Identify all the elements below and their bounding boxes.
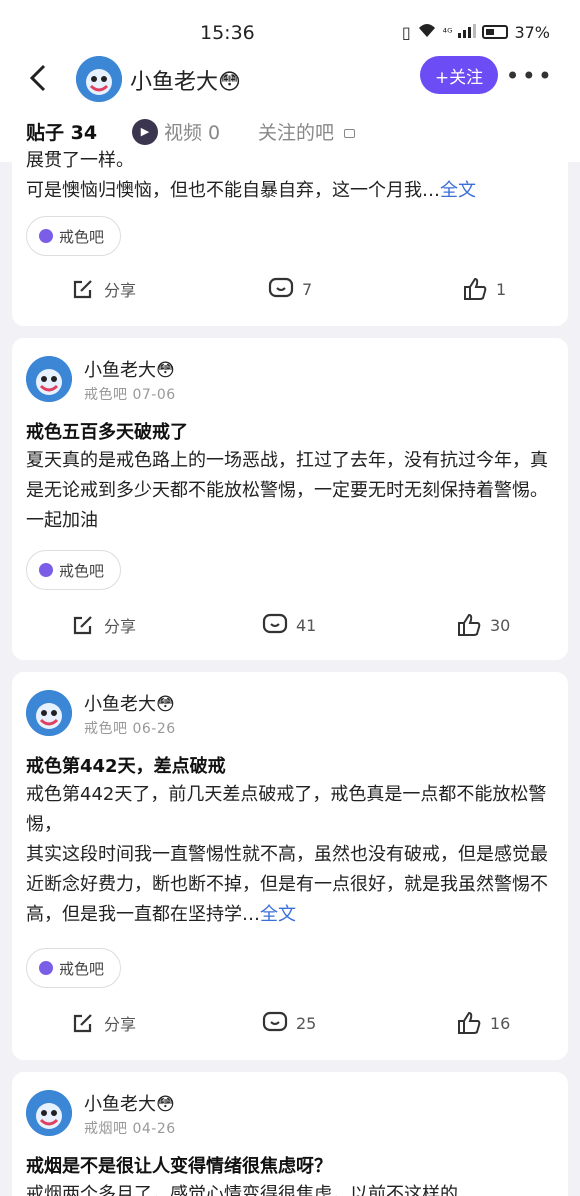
signal-icon [458,23,477,42]
comment-count: 7 [302,279,313,299]
post-body: 可是懊恼归懊恼，但也不能自暴自弃，这一个月我…全文 [26,176,554,206]
video-icon: ▶ [132,118,158,145]
post-author[interactable]: 小鱼老大😳 [84,356,175,382]
avatar[interactable] [26,356,72,402]
back-icon[interactable] [28,62,48,103]
full-text-link[interactable]: 全文 [440,180,476,201]
forum-planet-icon [39,961,53,975]
post-date: 04-26 [132,1121,176,1137]
status-icons: ▯ ⁴ᴳ 37% [402,22,550,42]
like-count: 1 [496,279,507,299]
comment-icon [262,613,288,634]
thumbs-up-icon [458,1011,481,1034]
comment-button[interactable]: 41 [262,612,316,638]
comment-icon [268,277,294,298]
post-meta: 戒色吧 07-06 [84,384,176,404]
comment-button[interactable]: 7 [268,276,312,302]
avatar[interactable] [26,690,72,736]
post-card[interactable]: 小鱼老大😳 戒烟吧 04-26 戒烟是不是很让人变得情绪很焦虑呀？ 戒烟两个多月… [12,1072,568,1196]
share-button[interactable]: 分享 [70,276,136,302]
post-title: 戒色第442天，差点破戒 [26,756,226,777]
share-icon [73,280,92,299]
post-body-text: 可是懊恼归懊恼，但也不能自暴自弃，这一个月我… [26,180,440,201]
like-button[interactable]: 16 [456,1010,510,1036]
post-body: 戒色第442天了，前几天差点破戒了，戒色真是一点都不能放松警惕， 其实这段时间我… [26,780,554,930]
post-card[interactable]: 小鱼老大😳 戒色吧 07-06 戒色五百多天破戒了 夏天真的是戒色路上的一场恶战… [12,338,568,660]
like-count: 16 [490,1013,511,1033]
post-title: 戒色五百多天破戒了 [26,422,188,443]
profile-header: 小鱼老大😳 +关注 ••• 贴子 34 ▶ 视频 0 关注的吧 [0,56,580,162]
post-forum: 戒色吧 [84,721,128,737]
comment-icon [262,1011,288,1032]
tab-videos-label: 视频 0 [164,122,221,144]
tab-posts-label: 贴子 34 [26,122,98,144]
lock-icon [344,129,356,138]
like-button[interactable]: 1 [462,276,506,302]
share-button[interactable]: 分享 [70,612,136,638]
post-forum: 戒色吧 [84,387,128,403]
share-icon [73,616,92,635]
forum-tag[interactable]: 戒色吧 [26,550,122,590]
comment-count: 41 [296,615,317,635]
post-body-partial: 展贯了一样。 [26,150,134,171]
post-meta: 戒烟吧 04-26 [84,1118,176,1138]
post-body-line-2: 其实这段时间我一直警惕性就不高，虽然也没有破戒，但是感觉最近断念好费力，断也断不… [26,840,554,930]
forum-tag-label: 戒色吧 [59,227,105,246]
post-card[interactable]: 小鱼老大😳 戒色吧 06-26 戒色第442天，差点破戒 戒色第442天了，前几… [12,672,568,1060]
wifi-icon [417,22,437,42]
profile-name: 小鱼老大😳 [130,70,241,95]
post-forum: 戒烟吧 [84,1121,128,1137]
status-bar: 15:36 ▯ ⁴ᴳ 37% [0,0,580,56]
like-button[interactable]: 30 [456,612,510,638]
avatar[interactable] [76,56,122,102]
post-actions: 分享 41 30 [12,612,568,642]
tab-followed-label: 关注的吧 [258,122,335,144]
post-author[interactable]: 小鱼老大😳 [84,690,175,716]
full-text-link[interactable]: 全文 [260,904,296,925]
post-author[interactable]: 小鱼老大😳 [84,1090,175,1116]
more-options-icon[interactable]: ••• [506,62,554,90]
tab-videos[interactable]: ▶ 视频 0 [132,118,220,145]
network-label: ⁴ᴳ [442,25,453,39]
share-icon [73,1014,92,1033]
battery-percent: 37% [514,22,550,42]
tab-posts[interactable]: 贴子 34 [26,118,97,145]
avatar[interactable] [26,1090,72,1136]
post-body: 夏天真的是戒色路上的一场恶战，扛过了去年，没有抗过今年，真是无论戒到多少天都不能… [26,450,548,531]
post-card[interactable]: 展贯了一样。 可是懊恼归懊恼，但也不能自暴自弃，这一个月我…全文 戒色吧 分享 … [12,150,568,326]
forum-planet-icon [39,229,53,243]
post-body: 戒烟两个多月了，感觉心情变得很焦虑，以前不这样的 [26,1184,458,1196]
follow-button[interactable]: +关注 [420,56,498,94]
forum-tag-label: 戒色吧 [59,561,105,580]
forum-tag[interactable]: 戒色吧 [26,216,122,256]
post-date: 07-06 [132,387,176,403]
forum-planet-icon [39,563,53,577]
thumbs-up-icon [464,277,487,300]
comment-button[interactable]: 25 [262,1010,316,1036]
forum-tag[interactable]: 戒色吧 [26,948,122,988]
share-label: 分享 [104,1015,137,1034]
post-actions: 分享 7 1 [12,276,568,306]
comment-count: 25 [296,1013,317,1033]
post-body-line: 戒色第442天了，前几天差点破戒了，戒色真是一点都不能放松警惕， [26,784,547,835]
thumbs-up-icon [458,613,481,636]
battery-icon [482,25,509,39]
share-button[interactable]: 分享 [70,1010,136,1036]
tab-followed-forums[interactable]: 关注的吧 [258,118,356,145]
status-time: 15:36 [200,22,255,44]
like-count: 30 [490,615,511,635]
post-date: 06-26 [132,721,176,737]
post-title: 戒烟是不是很让人变得情绪很焦虑呀？ [26,1156,332,1177]
post-meta: 戒色吧 06-26 [84,718,176,738]
share-label: 分享 [104,281,137,300]
share-label: 分享 [104,617,137,636]
vibrate-icon: ▯ [401,22,411,42]
forum-tag-label: 戒色吧 [59,959,105,978]
post-actions: 分享 25 16 [12,1010,568,1040]
